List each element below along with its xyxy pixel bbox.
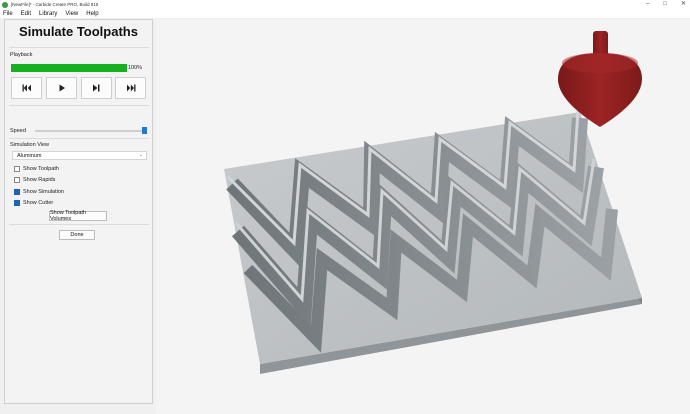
window-controls: – □ ✕ [646, 1, 686, 8]
show-simulation-label: Show Simulation [23, 189, 64, 195]
divider [9, 47, 149, 48]
show-simulation-checkbox-row[interactable]: Show Simulation [14, 189, 64, 195]
3d-viewport[interactable] [156, 19, 690, 414]
show-cutter-checkbox-row[interactable]: Show Cutter [14, 200, 53, 206]
simulation-view-value: Aluminum [17, 153, 42, 159]
show-simulation-checkbox[interactable] [14, 189, 20, 195]
divider [9, 105, 149, 106]
show-rapids-checkbox[interactable] [14, 177, 20, 183]
show-toolpath-checkbox-row[interactable]: Show Toolpath [14, 166, 59, 172]
title-bar: [NewFile]* - Carbide Create PRO, Build 8… [0, 0, 690, 9]
menu-view[interactable]: View [65, 11, 78, 17]
divider [9, 224, 149, 225]
simulation-view-label: Simulation View [10, 142, 50, 148]
skip-forward-button[interactable] [115, 77, 146, 99]
progress-fill [11, 64, 127, 72]
app-icon [2, 1, 8, 8]
step-forward-button[interactable] [81, 77, 112, 99]
maximize-icon[interactable]: □ [663, 1, 667, 8]
play-icon [59, 84, 65, 92]
show-rapids-checkbox-row[interactable]: Show Rapids [14, 177, 55, 183]
show-rapids-label: Show Rapids [23, 177, 56, 183]
close-icon[interactable]: ✕ [681, 1, 686, 8]
speed-slider-track[interactable] [35, 130, 147, 132]
simulation-view-select[interactable]: Aluminum ⌄ [12, 151, 147, 160]
show-toolpath-volumes-button[interactable]: Show Toolpath Volumes [49, 210, 107, 222]
menu-help[interactable]: Help [86, 11, 98, 17]
divider [9, 138, 149, 139]
simulation-render [224, 31, 642, 374]
show-cutter-checkbox[interactable] [14, 200, 20, 206]
done-button[interactable]: Done [59, 230, 95, 240]
show-toolpath-checkbox[interactable] [14, 166, 20, 172]
panel-title: Simulate Toolpaths [19, 24, 138, 39]
skip-back-button[interactable] [11, 77, 42, 99]
skip-back-icon [22, 84, 31, 92]
playback-label: Playback [10, 52, 33, 58]
show-toolpath-label: Show Toolpath [23, 166, 59, 172]
cutter-top-ellipse [562, 53, 638, 73]
menu-file[interactable]: File [3, 11, 13, 17]
chevron-down-icon: ⌄ [138, 152, 143, 158]
step-forward-icon [93, 84, 100, 92]
window-title: [NewFile]* - Carbide Create PRO, Build 8… [11, 2, 99, 7]
play-button[interactable] [46, 77, 77, 99]
speed-slider-handle[interactable] [142, 127, 147, 134]
menu-bar: File Edit Library View Help [0, 9, 690, 18]
menu-edit[interactable]: Edit [21, 11, 31, 17]
minimize-icon[interactable]: – [646, 1, 649, 8]
playback-progress-bar[interactable] [11, 64, 127, 72]
progress-percent: 100% [128, 65, 143, 71]
menu-library[interactable]: Library [39, 11, 57, 17]
simulate-panel: Simulate Toolpaths Playback 100% Speed S… [4, 19, 153, 404]
skip-forward-icon [126, 84, 135, 92]
show-cutter-label: Show Cutter [23, 200, 54, 206]
speed-label: Speed [10, 128, 26, 134]
